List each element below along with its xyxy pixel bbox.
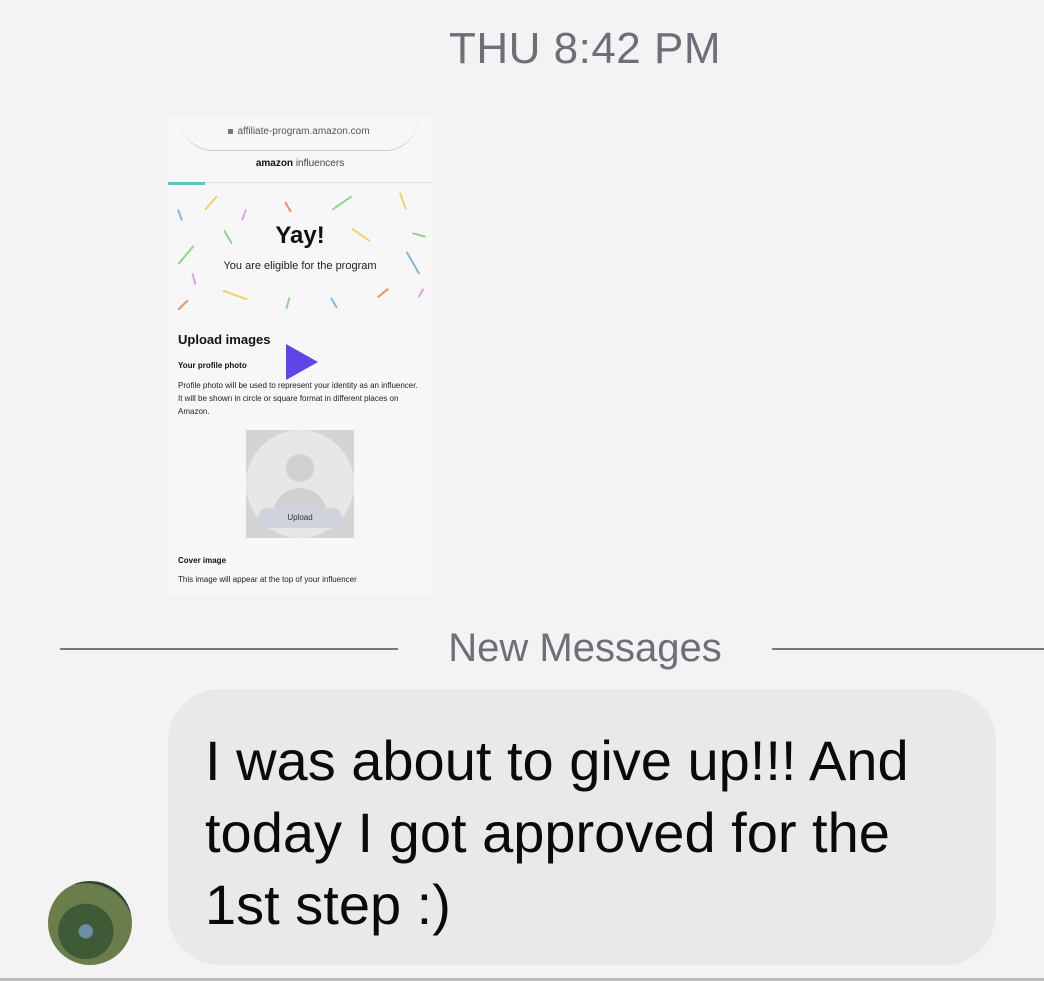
upload-images-title: Upload images [178,332,271,347]
message-timestamp: THU 8:42 PM [448,24,721,73]
header-divider [168,182,432,183]
amazon-logo: amazon [255,158,294,169]
video-attachment[interactable]: affiliate-program.amazon.com amazon infl… [168,118,432,594]
message-bubble[interactable]: I was about to give up!!! And today I go… [168,689,996,965]
url-text: affiliate-program.amazon.com [237,126,370,137]
brand-header: amazon influencers [168,158,432,169]
profile-photo-placeholder: Upload [246,430,354,538]
message-text: I was about to give up!!! And today I go… [205,729,909,936]
eligibility-headline: Yay! [275,222,325,249]
new-messages-divider: New Messages [448,626,722,670]
cover-image-title: Cover image [178,556,227,565]
eligibility-subheadline: You are eligible for the program [223,260,377,272]
sender-avatar[interactable] [48,881,132,965]
divider-line-left [60,648,398,650]
brand-suffix: influencers [295,158,345,169]
person-icon-head [286,454,314,482]
progress-indicator [168,182,205,185]
upload-button: Upload [258,508,342,528]
lock-icon [228,128,234,134]
url-bar: affiliate-program.amazon.com [180,118,418,151]
divider-line-right [772,648,1044,650]
play-icon[interactable] [286,344,318,380]
cover-image-description: This image will appear at the top of you… [178,575,357,584]
profile-photo-description: Profile photo will be used to represent … [178,381,418,416]
profile-photo-title: Your profile photo [178,361,247,370]
